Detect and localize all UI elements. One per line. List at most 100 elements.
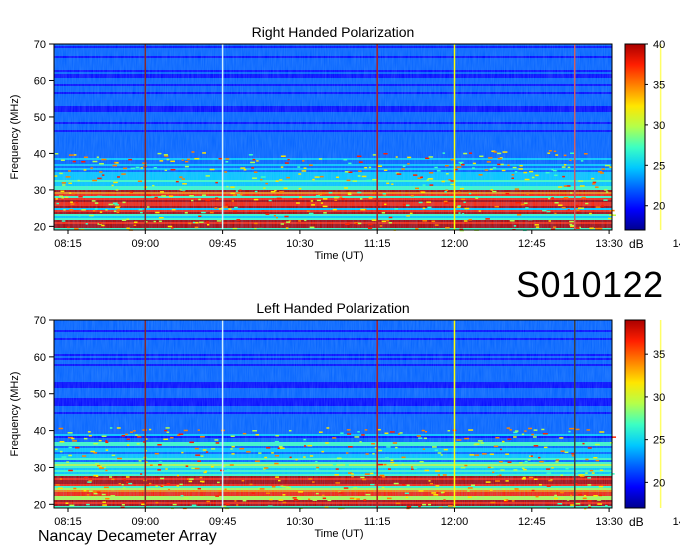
heatmap-speckle [559,497,565,499]
heatmap-speckle [346,179,351,182]
heatmap-speckle [158,216,164,219]
heatmap-speckle [440,491,444,494]
heatmap-speckle [160,477,165,480]
heatmap-speckle [230,186,235,188]
heatmap-speckle [58,427,64,430]
heatmap-speckle [489,489,493,491]
heatmap-speckle [237,473,241,476]
colorbar-tick-label: 30 [653,120,665,132]
heatmap-speckle [183,429,188,432]
heatmap-speckle [240,167,246,169]
heatmap-speckle [105,497,110,500]
heatmap-speckle [72,160,76,163]
heatmap-speckle [554,174,558,177]
heatmap-speckle [463,220,468,222]
heatmap-speckle [236,219,241,221]
heatmap-speckle [165,427,170,429]
heatmap-speckle [231,200,235,202]
heatmap-speckle [307,444,313,447]
heatmap-speckle [372,178,377,181]
heatmap-speckle [55,484,60,486]
heatmap-speckle [252,429,258,432]
heatmap-speckle [275,216,278,219]
heatmap-speckle [533,445,539,447]
heatmap-speckle [98,439,102,442]
heatmap-speckle [545,171,550,174]
heatmap-speckle [63,209,66,211]
x-tick-label: 13:30 [595,516,623,528]
heatmap-speckle [216,220,222,222]
heatmap-speckle [102,174,105,176]
heatmap-speckle [266,447,271,449]
heatmap-speckle [334,474,339,476]
heatmap-speckle [601,168,605,170]
heatmap-speckle [87,431,91,433]
heatmap-speckle [520,203,525,206]
heatmap-speckle [110,495,116,497]
heatmap-speckle [269,498,273,501]
heatmap-speckle [383,194,387,197]
heatmap-speckle [321,450,324,453]
colorbar-tick-label: 25 [653,160,665,172]
heatmap-speckle [87,481,92,483]
x-tick-label: 11:15 [364,238,391,250]
heatmap-speckle [418,490,424,492]
heatmap-speckle [354,436,360,438]
heatmap-speckle [390,461,395,464]
heatmap-speckle [598,485,604,488]
heatmap-speckle [569,187,575,189]
heatmap-speckle [204,470,207,473]
heatmap-speckle [395,156,398,158]
heatmap-speckle [287,158,290,161]
heatmap-speckle [312,178,315,181]
heatmap-speckle [568,430,571,433]
heatmap-speckle [591,472,595,474]
y-tick-label: 20 [34,499,46,511]
heatmap-speckle [318,193,322,196]
heatmap-speckle [431,220,436,223]
heatmap-speckle [121,503,125,506]
heatmap-speckle [59,440,65,443]
heatmap-speckle [166,158,170,161]
heatmap-speckle [73,154,77,156]
heatmap-speckle [503,499,507,501]
heatmap-speckle [187,158,190,161]
heatmap-speckle [485,481,491,483]
heatmap-speckle [59,172,63,175]
heatmap-speckle [442,474,447,476]
heatmap-speckle [155,211,160,214]
heatmap-speckle [184,212,188,214]
heatmap-speckle [284,162,289,164]
heatmap-speckle [265,182,268,185]
heatmap-speckle [89,443,94,446]
heatmap-speckle [405,204,410,207]
heatmap-speckle [514,430,519,432]
heatmap-speckle [250,161,255,164]
heatmap-speckle [231,453,235,455]
heatmap-speckle [542,209,547,212]
chart-title: Right Handed Polarization [252,24,415,40]
heatmap-speckle [514,188,520,190]
heatmap-speckle [217,481,220,484]
x-tick-label: 10:30 [286,238,314,250]
heatmap-speckle [386,446,391,448]
colorbar-tick-label: 20 [653,477,665,489]
heatmap-speckle [225,158,230,160]
heatmap-speckle [422,220,428,222]
heatmap-speckle [463,201,466,204]
heatmap-speckle [578,474,583,476]
heatmap-speckle [146,484,150,487]
heatmap-speckle [485,218,490,220]
heatmap-speckle [126,444,130,446]
heatmap-speckle [121,219,127,222]
heatmap-speckle [587,447,592,449]
heatmap-speckle [570,494,573,497]
heatmap-speckle [391,183,394,185]
heatmap-speckle [70,201,73,203]
heatmap-speckle [96,156,99,158]
heatmap-speckle [224,171,228,173]
heatmap-speckle [310,200,314,202]
heatmap-speckle [242,432,247,435]
heatmap-speckle [584,153,588,155]
heatmap-speckle [595,459,600,462]
